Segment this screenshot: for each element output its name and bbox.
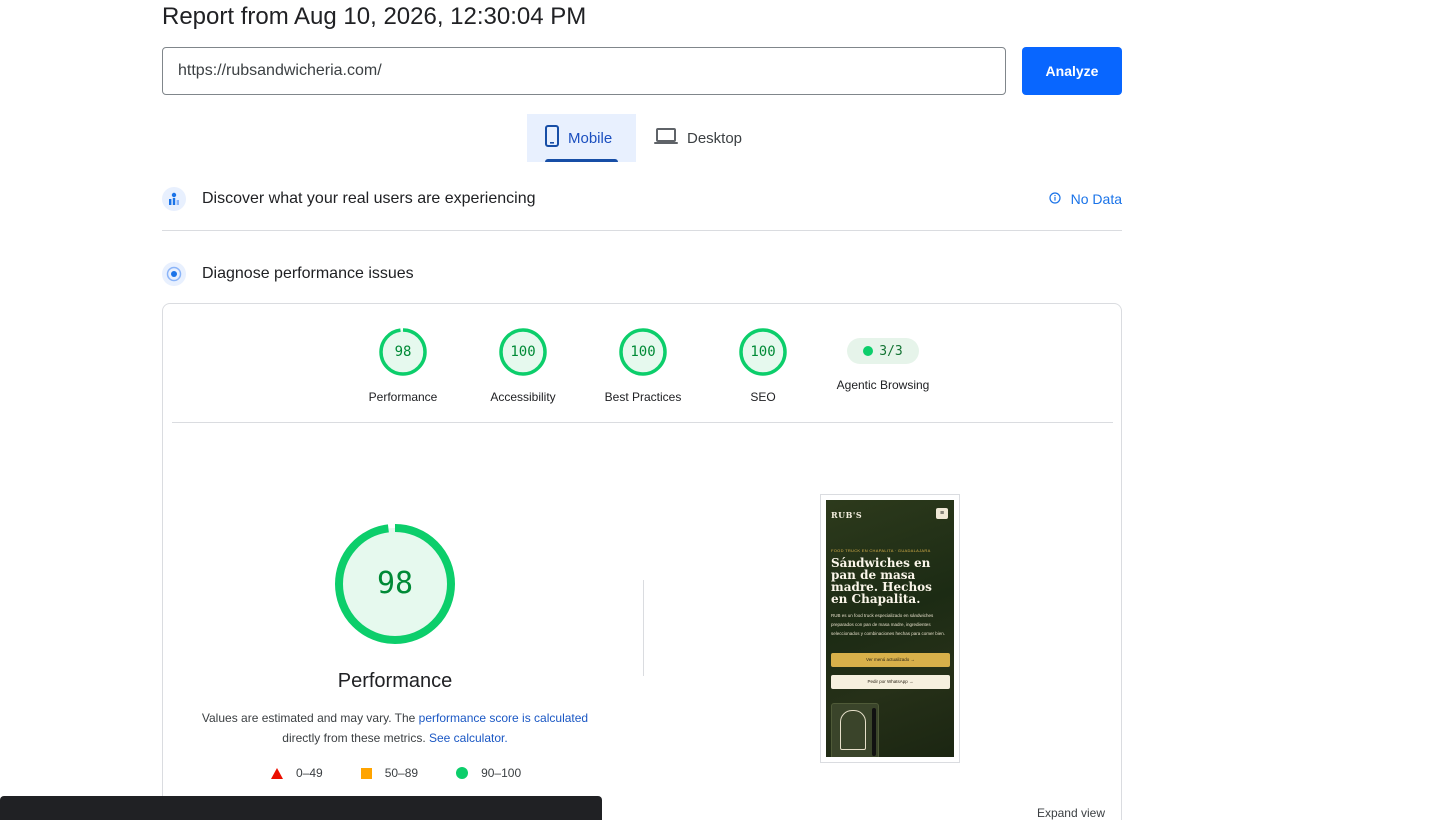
preview-cta-secondary: Pedir por WhatsApp → xyxy=(831,675,950,689)
pass-circle-icon xyxy=(456,767,469,779)
score-ring: 98 xyxy=(379,328,427,376)
legend-average-label: 50–89 xyxy=(384,766,419,780)
score-ring: 100 xyxy=(619,328,667,376)
section-divider xyxy=(162,230,1122,231)
score-value: 100 xyxy=(510,344,536,360)
gauge-seo[interactable]: 100 SEO xyxy=(713,328,813,404)
no-data-indicator[interactable]: No Data xyxy=(1049,187,1122,211)
lab-data-section: Diagnose performance issues xyxy=(162,262,1122,286)
agentic-pill: 3/3 xyxy=(847,338,919,364)
legend-fail: 0–49 xyxy=(271,766,323,780)
lab-data-title: Diagnose performance issues xyxy=(202,265,414,282)
page-preview: RUB'S ≡ FOOD TRUCK EN CHAPALITA · GUADAL… xyxy=(826,500,954,757)
report-card: 98 Performance 100 Accessibility 100 Bes… xyxy=(162,303,1122,820)
score-label: Performance xyxy=(368,390,438,404)
tab-mobile-label: Mobile xyxy=(568,129,613,147)
tab-mobile[interactable]: Mobile xyxy=(527,114,636,162)
snackbar xyxy=(0,796,602,820)
gauges-divider xyxy=(172,422,1113,423)
smartphone-icon xyxy=(545,125,559,151)
no-data-label: No Data xyxy=(1070,191,1122,207)
average-square-icon xyxy=(360,767,372,779)
performance-big-gauge: 98 xyxy=(334,523,456,645)
vertical-divider xyxy=(643,580,644,676)
field-data-title: Discover what your real users are experi… xyxy=(202,190,536,207)
expand-view-button[interactable]: Expand view xyxy=(1037,806,1105,820)
preview-logo-card xyxy=(831,703,879,757)
preview-cta-primary: Ver menú actualizado → xyxy=(831,653,950,667)
preview-blurb: RUB es un food truck especializado en sá… xyxy=(831,613,946,636)
gauge-performance[interactable]: 98 Performance xyxy=(353,328,453,404)
preview-kicker: FOOD TRUCK EN CHAPALITA · GUADALAJARA xyxy=(831,548,931,553)
score-ring: 100 xyxy=(499,328,547,376)
info-icon xyxy=(1049,191,1061,207)
gauge-accessibility[interactable]: 100 Accessibility xyxy=(473,328,573,404)
users-chart-icon xyxy=(162,187,186,211)
score-label: SEO xyxy=(750,390,776,404)
tab-desktop-label: Desktop xyxy=(687,129,743,147)
agentic-value: 3/3 xyxy=(879,343,903,359)
final-screenshot[interactable]: RUB'S ≡ FOOD TRUCK EN CHAPALITA · GUADAL… xyxy=(820,494,960,763)
score-gauges: 98 Performance 100 Accessibility 100 Bes… xyxy=(163,304,1123,424)
gauge-agentic-browsing[interactable]: 3/3 Agentic Browsing xyxy=(833,328,933,392)
score-value: 100 xyxy=(750,344,776,360)
score-value: 100 xyxy=(630,344,656,360)
score-calculation-link[interactable]: performance score is calculated xyxy=(419,711,588,725)
score-label: Accessibility xyxy=(490,390,556,404)
preview-scrollbar xyxy=(872,708,876,756)
score-legend: 0–49 50–89 90–100 xyxy=(271,766,559,780)
calculator-link[interactable]: See calculator. xyxy=(429,731,508,745)
preview-headline: Sándwiches en pan de masa madre. Hechos … xyxy=(831,556,932,606)
note-text: Values are estimated and may vary. The xyxy=(201,711,419,725)
legend-pass: 90–100 xyxy=(456,766,521,780)
report-title: Report from Aug 10, 2026, 12:30:04 PM xyxy=(162,3,587,30)
preview-brand: RUB'S xyxy=(831,510,863,520)
url-input[interactable] xyxy=(162,47,1006,95)
laptop-icon xyxy=(654,127,678,149)
analyze-button[interactable]: Analyze xyxy=(1022,47,1122,95)
legend-pass-label: 90–100 xyxy=(481,766,522,780)
legend-fail-label: 0–49 xyxy=(296,766,323,780)
score-ring: 100 xyxy=(739,328,787,376)
performance-score: 98 xyxy=(376,566,414,601)
agentic-label: Agentic Browsing xyxy=(836,378,930,392)
diagnostics-icon xyxy=(162,262,186,286)
pass-dot-icon xyxy=(863,346,874,356)
score-label: Best Practices xyxy=(604,390,682,404)
hamburger-icon: ≡ xyxy=(936,508,948,519)
score-value: 98 xyxy=(394,344,412,360)
note-text: directly from these metrics. xyxy=(282,731,429,745)
tree-emblem-icon xyxy=(840,710,866,750)
tab-desktop[interactable]: Desktop xyxy=(636,114,766,162)
fail-triangle-icon xyxy=(271,767,283,779)
tab-active-indicator xyxy=(545,159,618,162)
performance-title: Performance xyxy=(337,670,453,692)
field-data-section: Discover what your real users are experi… xyxy=(162,187,1122,211)
legend-average: 50–89 xyxy=(360,766,419,780)
performance-note: Values are estimated and may vary. The p… xyxy=(195,708,595,748)
gauge-best-practices[interactable]: 100 Best Practices xyxy=(593,328,693,404)
